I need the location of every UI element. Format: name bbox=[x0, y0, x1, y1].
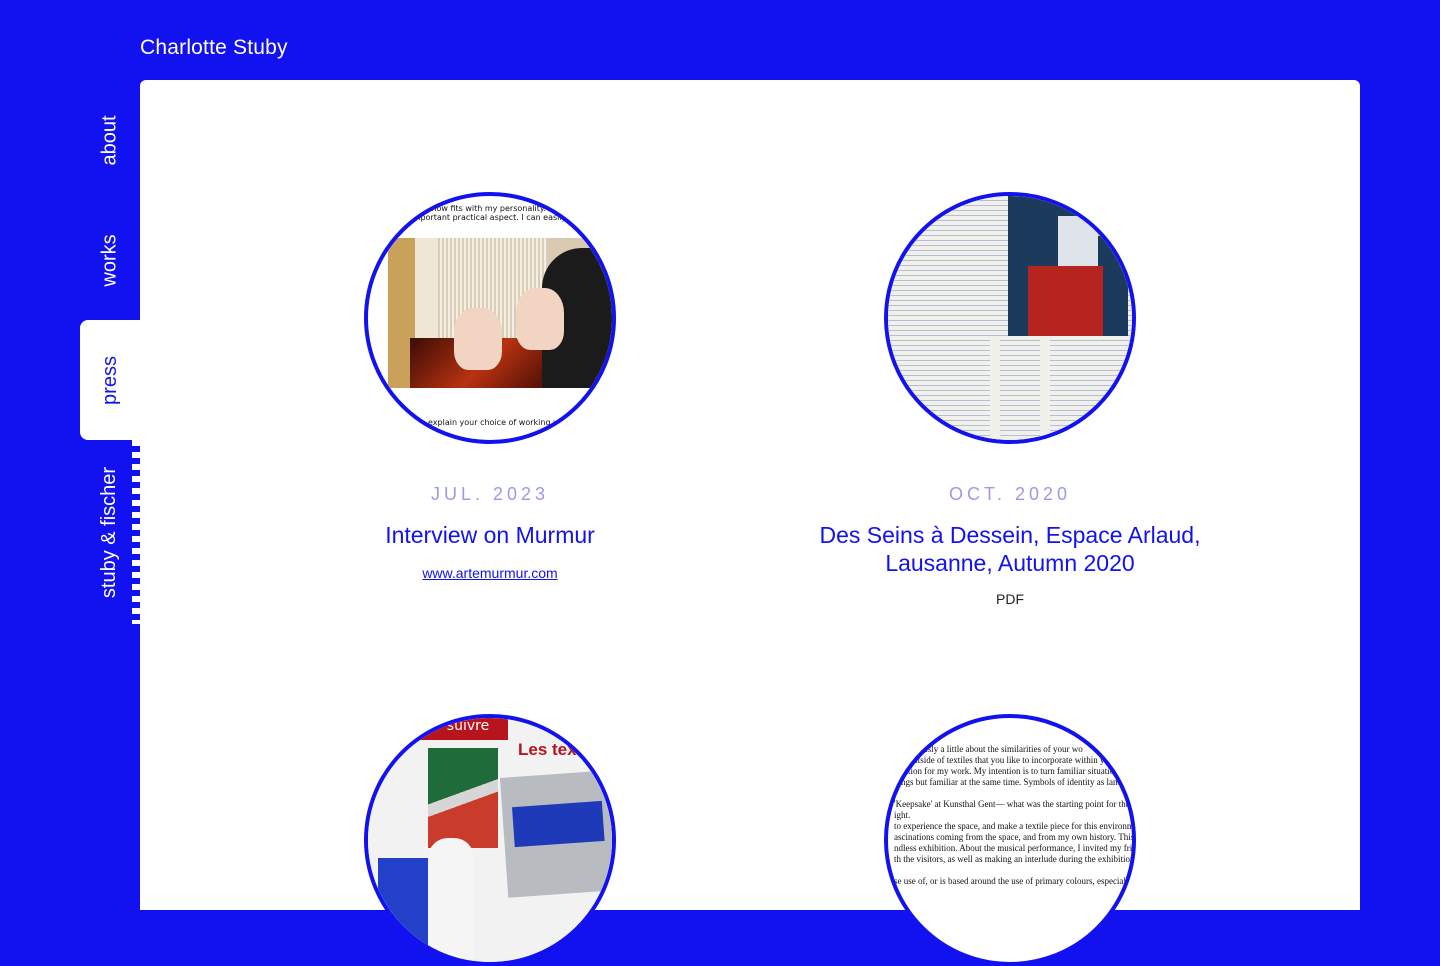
press-thumbnail[interactable]: es somehow fits with my personality. an … bbox=[364, 192, 616, 444]
newspaper-illustration bbox=[1008, 196, 1128, 336]
nav-tab-stuby-fischer[interactable]: stuby & fischer bbox=[80, 440, 140, 624]
nav-tab-label: stuby & fischer bbox=[98, 466, 121, 598]
press-content: es somehow fits with my personality. an … bbox=[140, 80, 1360, 966]
side-nav: about works press stuby & fischer bbox=[0, 80, 140, 900]
nav-tab-label: works bbox=[98, 233, 121, 287]
press-item: es somehow fits with my personality. an … bbox=[280, 192, 700, 582]
artist-photo bbox=[428, 838, 474, 962]
site-title[interactable]: Charlotte Stuby bbox=[140, 36, 288, 60]
press-item: OCT. 2020 Des Seins à Dessein, Espace Ar… bbox=[800, 192, 1220, 607]
loom-photo bbox=[388, 238, 612, 388]
nav-tab-about[interactable]: about bbox=[80, 80, 140, 200]
press-title: Des Seins à Dessein, Espace Arlaud, Laus… bbox=[819, 522, 1201, 576]
artwork-photo bbox=[499, 770, 612, 898]
press-date: JUL. 2023 bbox=[430, 484, 550, 504]
pdf-link[interactable]: PDF bbox=[800, 591, 1220, 607]
press-thumbnail[interactable]: suivre Les tex bbox=[364, 714, 616, 966]
press-item: suivre Les tex bbox=[280, 714, 700, 966]
press-link[interactable]: www.artemurmur.com bbox=[422, 565, 557, 581]
thumbnail-caption: es somehow fits with my personality. an … bbox=[398, 204, 584, 222]
press-thumbnail[interactable] bbox=[884, 192, 1136, 444]
press-date: OCT. 2020 bbox=[948, 484, 1072, 504]
nav-tab-label: press bbox=[98, 355, 121, 405]
press-item: e previously a little about the similari… bbox=[800, 714, 1220, 966]
thumbnail-caption: explain your choice of working wi bbox=[428, 418, 562, 427]
magazine-headline: Les tex bbox=[518, 740, 577, 759]
press-thumbnail[interactable]: e previously a little about the similari… bbox=[884, 714, 1136, 966]
textile-artwork bbox=[428, 748, 498, 848]
press-title: Interview on Murmur bbox=[385, 522, 595, 548]
interview-text: e previously a little about the similari… bbox=[894, 744, 1136, 886]
nav-tab-label: about bbox=[98, 114, 121, 166]
nav-tab-press[interactable]: press bbox=[80, 320, 140, 440]
magazine-header: suivre bbox=[368, 718, 508, 740]
nav-tab-works[interactable]: works bbox=[80, 200, 140, 320]
